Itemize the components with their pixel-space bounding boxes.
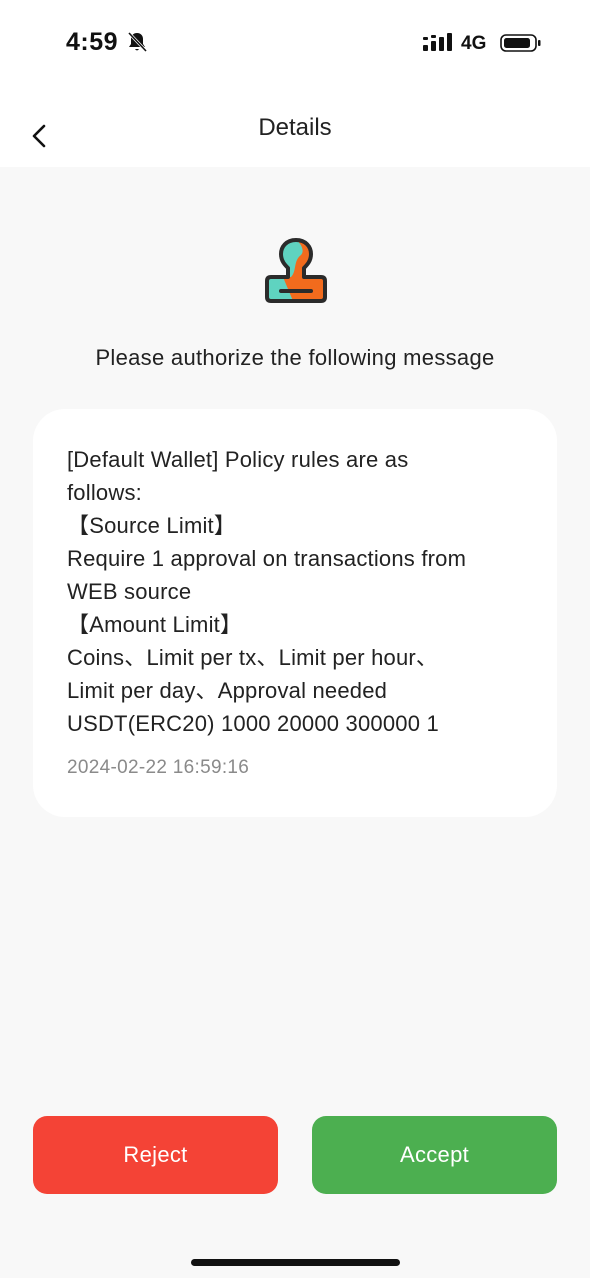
page-title: Details (258, 114, 332, 141)
message-line: [Default Wallet] Policy rules are as (67, 447, 409, 472)
network-type: 4G (461, 33, 487, 54)
nav-bar: Details (0, 90, 590, 167)
message-line: follows: (67, 480, 142, 505)
message-card: [Default Wallet] Policy rules are as fol… (33, 409, 557, 817)
accept-button[interactable]: Accept (312, 1116, 557, 1194)
message-line: Limit per day、Approval needed (67, 678, 388, 703)
home-indicator (191, 1259, 400, 1266)
message-line: Require 1 approval on transactions from (67, 546, 467, 571)
message-text: [Default Wallet] Policy rules are as fol… (67, 443, 527, 740)
message-timestamp: 2024-02-22 16:59:16 (67, 757, 250, 778)
authorize-prompt: Please authorize the following message (95, 345, 495, 370)
battery-icon (500, 34, 541, 52)
stamp-icon (265, 238, 327, 303)
message-line: 【Amount Limit】 (67, 612, 243, 637)
status-bar: 4:59 4G (0, 0, 590, 90)
message-line: USDT(ERC20) 1000 20000 300000 1 (67, 711, 439, 736)
status-time: 4:59 (66, 28, 119, 56)
reject-button[interactable]: Reject (33, 1116, 278, 1194)
message-line: 【Source Limit】 (67, 513, 237, 538)
message-line: Coins、Limit per tx、Limit per hour、 (67, 645, 439, 670)
message-line: WEB source (67, 579, 192, 604)
signal-icon (423, 33, 452, 51)
bell-slash-icon (127, 31, 148, 53)
